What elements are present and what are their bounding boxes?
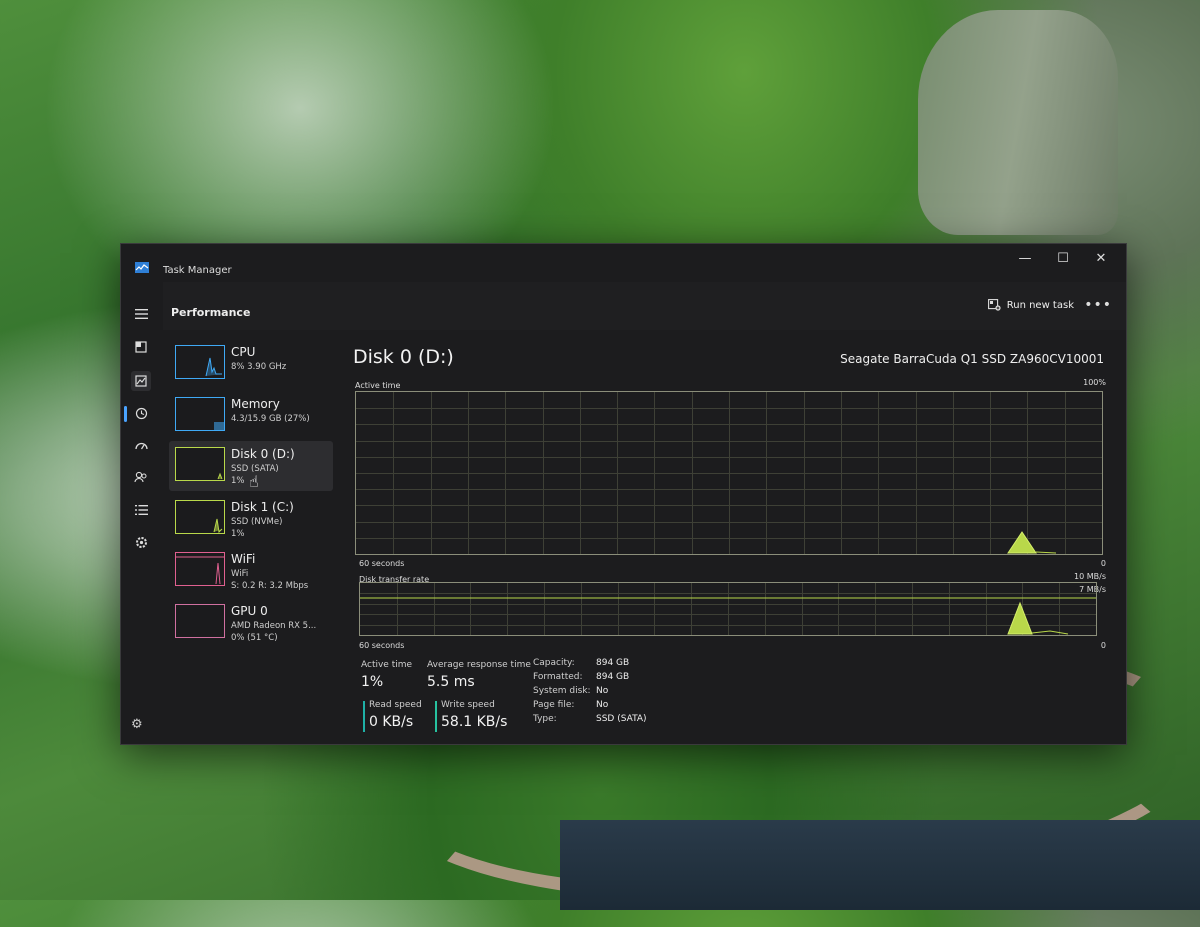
maximize-button[interactable]: ☐ (1046, 248, 1080, 268)
header-bar (163, 282, 1126, 330)
active-time-graph (355, 391, 1103, 555)
device-usage: 0% (51 °C) (231, 633, 278, 643)
nav-rail (121, 282, 163, 744)
device-name: GPU 0 (231, 604, 268, 618)
more-options-icon[interactable]: ••• (1084, 297, 1112, 313)
task-manager-app-icon (135, 262, 149, 273)
capacity-key: Capacity: (533, 658, 575, 668)
transfer-rate-max-label: 10 MB/s (1074, 572, 1106, 581)
device-thumbnail (175, 500, 225, 534)
active-time-spike (1007, 531, 1037, 554)
task-manager-window: Task Manager — ☐ ✕ ⚙ Performance Run new… (120, 243, 1127, 745)
write-speed-accent (435, 701, 437, 732)
disk-model: Seagate BarraCuda Q1 SSD ZA960CV10001 (840, 352, 1104, 366)
run-task-icon (987, 299, 1001, 311)
settings-icon[interactable]: ⚙ (131, 717, 143, 732)
system-disk-key: System disk: (533, 686, 591, 696)
disk-title: Disk 0 (D:) (353, 346, 454, 368)
device-thumbnail (175, 552, 225, 586)
disk-detail-panel: Disk 0 (D:) Seagate BarraCuda Q1 SSD ZA9… (353, 340, 1126, 744)
device-detail: 4.3/15.9 GB (27%) (231, 414, 310, 424)
avg-response-stat-label: Average response time (427, 660, 531, 670)
device-throughput: S: 0.2 R: 3.2 Mbps (231, 581, 309, 591)
selected-indicator (124, 406, 127, 422)
app-history-icon[interactable] (131, 403, 151, 423)
run-new-task-label: Run new task (1006, 299, 1074, 311)
device-thumbnail (175, 604, 225, 638)
mouse-cursor-icon: ☝ (249, 472, 259, 491)
transfer-rate-time-label: 60 seconds (359, 641, 405, 650)
device-item-disk-1[interactable]: Disk 1 (C:) SSD (NVMe) 1% (169, 494, 333, 544)
page-file-value: No (596, 700, 609, 710)
device-usage: 1% (231, 476, 245, 486)
type-key: Type: (533, 714, 557, 724)
avg-response-stat-value: 5.5 ms (427, 674, 475, 690)
transfer-rate-min-label: 0 (1100, 641, 1106, 650)
startup-apps-icon[interactable] (131, 435, 151, 455)
device-usage: 1% (231, 529, 245, 539)
read-speed-value: 0 KB/s (369, 714, 414, 730)
background-cliff (918, 10, 1118, 235)
formatted-key: Formatted: (533, 672, 583, 682)
performance-icon[interactable] (131, 371, 151, 391)
device-detail: SSD (NVMe) (231, 517, 283, 527)
device-thumbnail (175, 447, 225, 481)
device-item-memory[interactable]: Memory 4.3/15.9 GB (27%) (169, 391, 333, 441)
active-time-stat-value: 1% (361, 674, 384, 690)
capacity-value: 894 GB (596, 658, 630, 668)
transfer-rate-spike (1007, 601, 1033, 635)
close-icon: ✕ (1095, 250, 1107, 266)
read-speed-accent (363, 701, 365, 732)
device-detail: 8% 3.90 GHz (231, 362, 287, 372)
minimize-icon: — (1018, 250, 1032, 266)
active-time-min-label: 0 (1100, 559, 1106, 568)
formatted-value: 894 GB (596, 672, 630, 682)
page-title: Performance (171, 306, 251, 319)
write-speed-label: Write speed (441, 700, 495, 710)
system-disk-value: No (596, 686, 609, 696)
processes-icon[interactable] (131, 337, 151, 357)
active-time-time-label: 60 seconds (359, 559, 405, 568)
services-icon[interactable] (131, 532, 151, 552)
device-item-wifi[interactable]: WiFi WiFi S: 0.2 R: 3.2 Mbps (169, 546, 333, 596)
device-name: Memory (231, 397, 280, 411)
transfer-rate-graph (359, 582, 1097, 636)
device-name: Disk 1 (C:) (231, 500, 294, 514)
device-item-gpu-0[interactable]: GPU 0 AMD Radeon RX 5... 0% (51 °C) (169, 598, 333, 648)
device-name: WiFi (231, 552, 256, 566)
window-title: Task Manager (163, 265, 232, 276)
device-thumbnail (175, 345, 225, 379)
background-lake (560, 820, 1200, 910)
hamburger-icon[interactable] (131, 304, 151, 324)
active-time-max-label: 100% (1083, 378, 1106, 387)
page-file-key: Page file: (533, 700, 575, 710)
device-name: Disk 0 (D:) (231, 447, 295, 461)
device-thumbnail (175, 397, 225, 431)
close-button[interactable]: ✕ (1084, 248, 1118, 268)
device-detail: AMD Radeon RX 5... (231, 621, 317, 631)
device-detail: WiFi (231, 569, 249, 579)
write-speed-value: 58.1 KB/s (441, 714, 508, 730)
minimize-button[interactable]: — (1008, 248, 1042, 268)
active-time-stat-label: Active time (361, 660, 413, 670)
users-icon[interactable] (131, 467, 151, 487)
type-value: SSD (SATA) (596, 714, 647, 724)
active-time-graph-label: Active time (355, 381, 401, 390)
maximize-icon: ☐ (1057, 250, 1069, 266)
device-name: CPU (231, 345, 256, 359)
run-new-task-button[interactable]: Run new task (987, 299, 1074, 311)
details-icon[interactable] (131, 500, 151, 520)
device-item-cpu[interactable]: CPU 8% 3.90 GHz (169, 339, 333, 389)
read-speed-label: Read speed (369, 700, 422, 710)
